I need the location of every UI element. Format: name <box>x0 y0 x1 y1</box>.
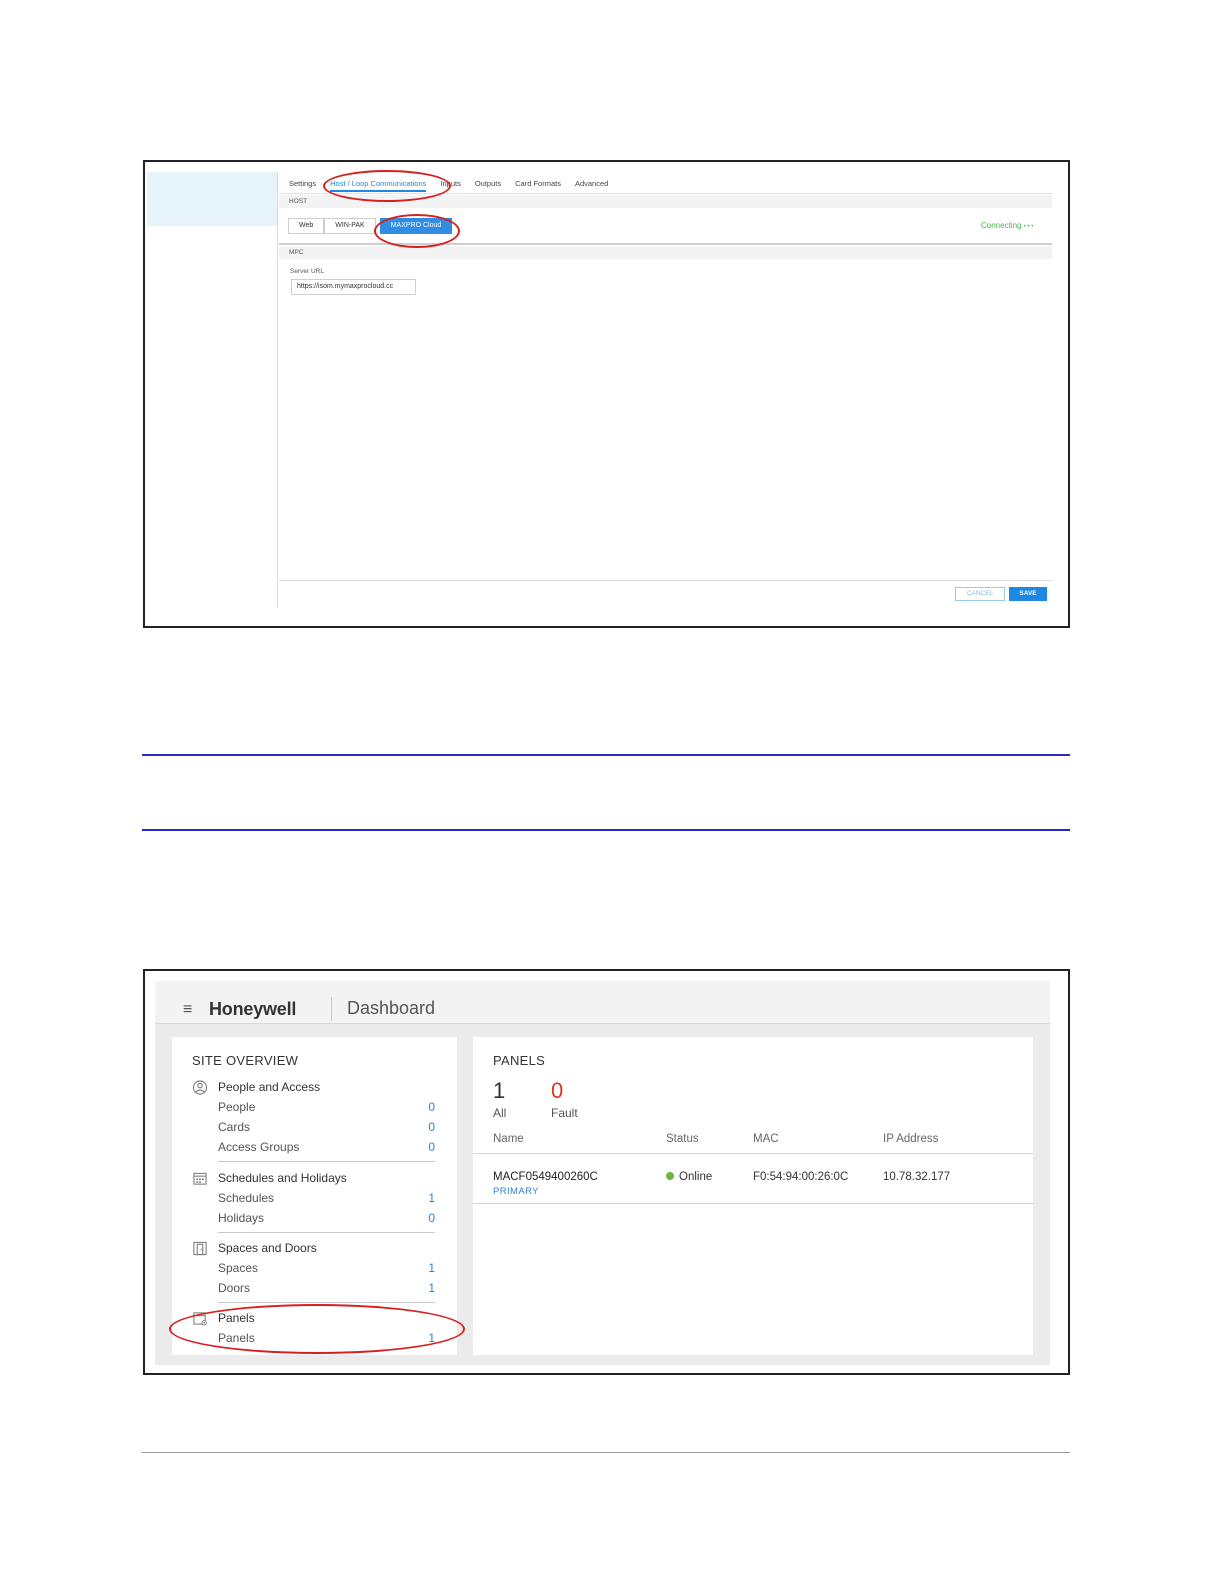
group-spaces-and-doors: Spaces and Doors Spaces 1 Doors 1 <box>192 1238 435 1303</box>
save-button[interactable]: SAVE <box>1009 587 1047 601</box>
app-header: ≡ Honeywell Dashboard <box>155 981 1050 1024</box>
site-overview-card: SITE OVERVIEW People and Access People 0… <box>172 1037 457 1355</box>
group-schedules-and-holidays: Schedules and Holidays Schedules 1 Holid… <box>192 1168 435 1233</box>
panels-title: PANELS <box>493 1053 546 1068</box>
left-nav-panel <box>147 172 277 226</box>
section-header-mpc: MPC <box>279 246 1052 259</box>
all-label: All <box>493 1106 507 1120</box>
item-count[interactable]: 0 <box>428 1117 435 1137</box>
item-label: Cards <box>218 1120 251 1134</box>
group-title-text: Spaces and Doors <box>218 1241 317 1255</box>
column-header-name[interactable]: Name <box>493 1133 524 1145</box>
footer-divider <box>279 580 1052 581</box>
group-title: People and Access <box>192 1077 435 1097</box>
panel-icon <box>193 1312 207 1326</box>
item-label: Holidays <box>218 1211 265 1225</box>
tab-settings[interactable]: Settings <box>289 176 316 192</box>
connection-status-text: Connecting <box>981 221 1022 230</box>
honeywell-logo: Honeywell <box>209 999 297 1019</box>
item-label: People <box>218 1100 256 1114</box>
item-label: Doors <box>218 1281 251 1295</box>
panel-ip-address: 10.78.32.177 <box>883 1171 951 1183</box>
door-icon <box>193 1241 207 1256</box>
connection-status-dots: • • • <box>1023 224 1034 230</box>
group-people-and-access: People and Access People 0 Cards 0 Acces… <box>192 1077 435 1162</box>
item-count[interactable]: 0 <box>428 1208 435 1228</box>
group-divider <box>218 1161 435 1162</box>
group-title: Spaces and Doors <box>192 1238 435 1258</box>
vertical-divider <box>277 172 278 608</box>
list-item-schedules[interactable]: Schedules 1 <box>192 1188 435 1208</box>
column-header-status[interactable]: Status <box>666 1133 699 1145</box>
list-item-doors[interactable]: Doors 1 <box>192 1278 435 1298</box>
page-title: Dashboard <box>347 998 436 1018</box>
panels-card: PANELS 1 All 0 Fault Name Status MAC IP … <box>473 1037 1033 1355</box>
item-label: Access Groups <box>218 1140 300 1154</box>
item-count[interactable]: 0 <box>428 1137 435 1157</box>
list-item-holidays[interactable]: Holidays 0 <box>192 1208 435 1228</box>
panel-status: Online <box>666 1171 712 1183</box>
hamburger-menu-icon[interactable]: ≡ <box>183 1002 192 1018</box>
panel-mac: F0:54:94:00:26:0C <box>753 1171 849 1183</box>
section-header-host: HOST <box>279 195 1052 208</box>
item-label: Spaces <box>218 1261 259 1275</box>
group-title: Schedules and Holidays <box>192 1168 435 1188</box>
primary-tag: PRIMARY <box>493 1186 539 1197</box>
tab-advanced[interactable]: Advanced <box>575 176 608 192</box>
item-label: Schedules <box>218 1191 275 1205</box>
item-count[interactable]: 1 <box>428 1258 435 1278</box>
item-count[interactable]: 1 <box>428 1328 435 1348</box>
all-count[interactable]: 1 <box>493 1078 505 1104</box>
fault-label: Fault <box>551 1106 578 1120</box>
fault-count[interactable]: 0 <box>551 1078 563 1104</box>
calendar-icon <box>193 1172 207 1185</box>
site-overview-title: SITE OVERVIEW <box>192 1053 299 1068</box>
item-count[interactable]: 1 <box>428 1278 435 1298</box>
list-item-spaces[interactable]: Spaces 1 <box>192 1258 435 1278</box>
section-divider <box>279 243 1052 245</box>
connection-status: Connecting • • • <box>981 221 1033 230</box>
item-label: Panels <box>218 1331 255 1345</box>
table-header-rule <box>473 1153 1033 1154</box>
column-header-mac[interactable]: MAC <box>753 1133 779 1145</box>
server-url-input[interactable]: https://isom.mymaxprocloud.cc <box>291 279 416 295</box>
group-title-text: Schedules and Holidays <box>218 1171 347 1185</box>
list-item-access-groups[interactable]: Access Groups 0 <box>192 1137 435 1157</box>
panel-status-text: Online <box>679 1171 713 1183</box>
host-loop-settings-screenshot: Settings Host / Loop Communications Inpu… <box>143 160 1070 628</box>
separator-line-bottom <box>142 829 1070 831</box>
server-url-label: Server URL <box>290 268 324 275</box>
settings-tabs: Settings Host / Loop Communications Inpu… <box>289 176 622 192</box>
tab-card-formats[interactable]: Card Formats <box>515 176 561 192</box>
table-row-rule <box>473 1203 1033 1204</box>
group-title-text: People and Access <box>218 1080 321 1094</box>
host-type-segmented-control: Web WIN-PAK MAXPRO Cloud <box>288 218 453 234</box>
host-option-maxpro-cloud[interactable]: MAXPRO Cloud <box>379 218 453 234</box>
group-title: Panels <box>192 1308 435 1328</box>
item-count[interactable]: 0 <box>428 1097 435 1117</box>
person-circle-icon <box>192 1080 208 1095</box>
tab-inputs[interactable]: Inputs <box>440 176 460 192</box>
item-count[interactable]: 1 <box>428 1188 435 1208</box>
list-item-cards[interactable]: Cards 0 <box>192 1117 435 1137</box>
column-header-ip-address[interactable]: IP Address <box>883 1133 938 1145</box>
cancel-button[interactable]: CANCEL <box>955 587 1005 601</box>
group-panels: Panels Panels 1 <box>192 1308 435 1348</box>
group-title-text: Panels <box>218 1311 255 1325</box>
online-status-dot-icon <box>666 1172 674 1180</box>
group-divider <box>218 1232 435 1233</box>
host-option-win-pak[interactable]: WIN-PAK <box>324 218 376 234</box>
page-footer-rule <box>142 1452 1070 1453</box>
tab-underline-rule <box>279 193 1052 194</box>
list-item-panels[interactable]: Panels 1 <box>192 1328 435 1348</box>
tab-outputs[interactable]: Outputs <box>475 176 501 192</box>
dashboard-screenshot: ≡ Honeywell Dashboard SITE OVERVIEW Peop… <box>143 969 1070 1375</box>
separator-line-top <box>142 754 1070 756</box>
header-separator <box>331 997 332 1021</box>
group-divider <box>218 1302 435 1303</box>
tab-host-loop-communications[interactable]: Host / Loop Communications <box>330 176 427 192</box>
list-item-people[interactable]: People 0 <box>192 1097 435 1117</box>
host-option-web[interactable]: Web <box>288 218 325 234</box>
panel-name[interactable]: MACF0549400260C <box>493 1171 598 1183</box>
